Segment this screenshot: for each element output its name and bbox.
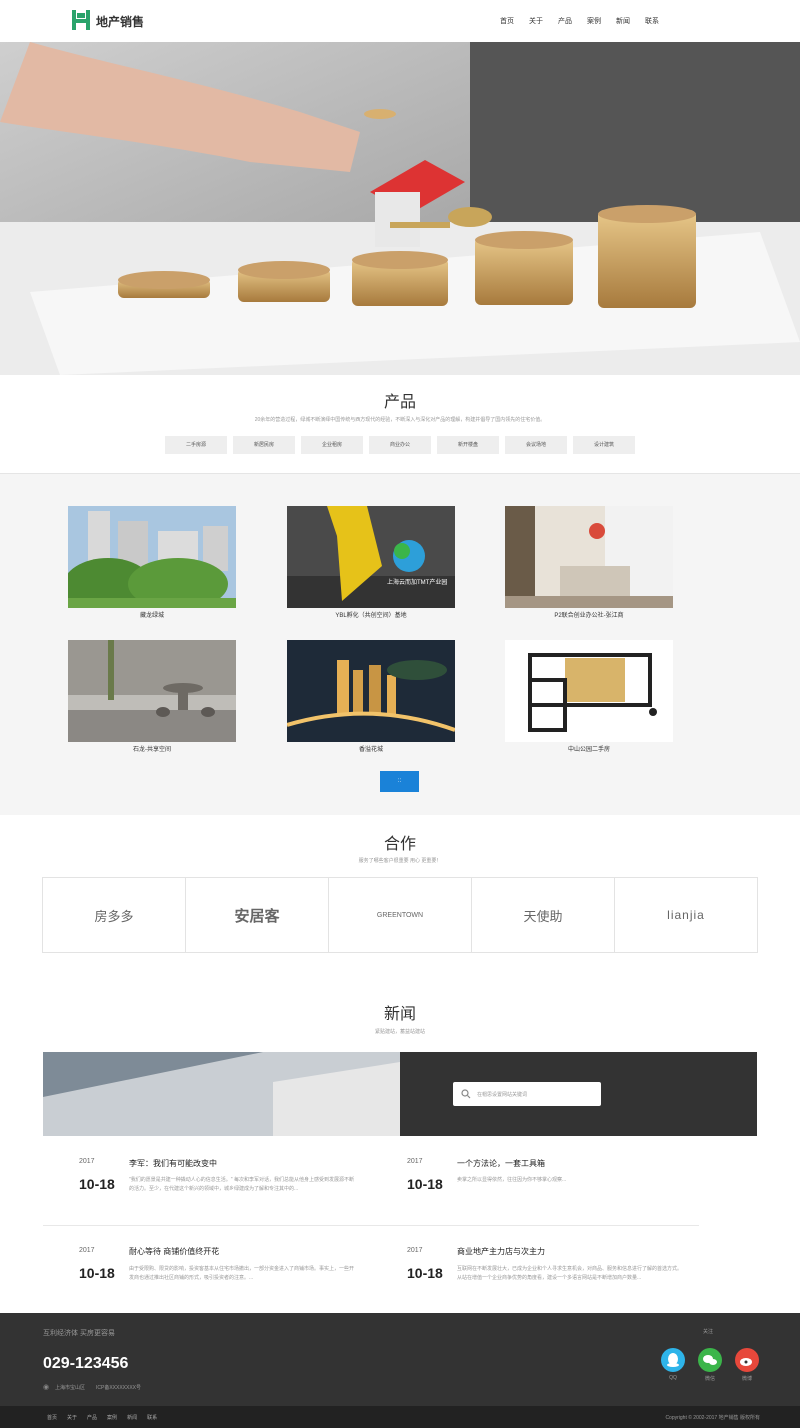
product-caption[interactable]: YBL孵化（共创空间）基地 <box>287 610 455 619</box>
nav-contact[interactable]: 联系 <box>645 16 659 26</box>
news-year: 2017 <box>79 1247 95 1254</box>
hero-banner <box>0 42 800 375</box>
news-title[interactable]: 一个方法论，一套工具箱 <box>457 1158 545 1169</box>
footer-link-products[interactable]: 产品 <box>87 1414 97 1421</box>
search-input[interactable]: 在帽思设置网站关键词 <box>453 1082 601 1106</box>
product-caption[interactable]: 石龙-共享空间 <box>68 744 236 753</box>
product-card-image[interactable] <box>68 640 236 742</box>
wechat-label: 微信 <box>704 1376 715 1382</box>
news-year: 2017 <box>79 1158 95 1165</box>
footer-link-about[interactable]: 关于 <box>67 1414 77 1421</box>
nav-news[interactable]: 新闻 <box>616 16 630 26</box>
footer-link-cases[interactable]: 案例 <box>107 1414 117 1421</box>
brand-title[interactable]: 地产销售 <box>96 13 144 30</box>
qq-label: QQ <box>669 1375 677 1381</box>
footer-link-home[interactable]: 首页 <box>47 1414 57 1421</box>
partner-logo[interactable]: 安居客 <box>186 878 329 952</box>
news-title[interactable]: 耐心等待 商铺价值终开花 <box>129 1246 219 1257</box>
footer-phone: 029-123456 <box>43 1355 129 1372</box>
products-title: 产品 <box>383 394 416 411</box>
footer-link-news[interactable]: 新闻 <box>127 1414 137 1421</box>
category-enterprise-rent[interactable]: 企业租房 <box>301 436 363 454</box>
product-caption[interactable]: P2联合创业办公社-张江商 <box>505 610 673 619</box>
header: 地产销售 首页 关于 产品 案例 新闻 联系 <box>0 0 800 42</box>
footer-link-contact[interactable]: 联系 <box>147 1414 157 1421</box>
category-residential[interactable]: 新居民房 <box>233 436 295 454</box>
main-nav: 首页 关于 产品 案例 新闻 联系 <box>485 16 659 26</box>
news-divider <box>43 1225 699 1226</box>
news-year: 2017 <box>407 1247 423 1254</box>
nav-about[interactable]: 关于 <box>529 16 543 26</box>
weibo-label: 微博 <box>741 1376 752 1382</box>
footer-follow: 关注 <box>703 1329 714 1335</box>
news-excerpt: 由于受限购、限贷的影响，投资客基本从住宅市场撤出，一部分资金进入了商铺市场。事实… <box>129 1266 355 1281</box>
category-meeting-venue[interactable]: 会议场地 <box>505 436 567 454</box>
news-banner <box>43 1052 757 1136</box>
news-date: 10-18 <box>79 1265 115 1281</box>
product-caption[interactable]: 香溢花城 <box>287 744 455 753</box>
news-excerpt: "我们的愿景是共建一种撬动人心的信息生活。" 每次和李军对话，我们总能从他身上感… <box>129 1177 354 1192</box>
news-year: 2017 <box>407 1158 423 1165</box>
partner-logo[interactable]: 房多多 <box>43 878 186 952</box>
category-tabs: 二手房源 新居民房 企业租房 商业办公 新开楼盘 会议场地 设计建筑 <box>165 436 635 454</box>
search-icon <box>461 1089 471 1099</box>
weibo-icon[interactable] <box>735 1348 759 1372</box>
product-card-image[interactable] <box>287 640 455 742</box>
news-excerpt: 互联网在不断发展壮大，已成为企业和个人寻求生意机会，对商品、服务和信息进行了解的… <box>457 1266 683 1281</box>
footer-address: 上海市宝山区 <box>55 1385 86 1391</box>
category-new-property[interactable]: 新开楼盘 <box>437 436 499 454</box>
hero-image <box>0 42 800 375</box>
product-caption[interactable]: 藏龙绿城 <box>68 610 236 619</box>
news-excerpt: 卖掌之所以显得依然，往往因为你不够掌心观察... <box>457 1177 567 1183</box>
product-card-image[interactable] <box>68 506 236 608</box>
news-title[interactable]: 商业地产主力店与次主力 <box>457 1246 545 1257</box>
news-date: 10-18 <box>407 1176 443 1192</box>
news-date: 10-18 <box>79 1176 115 1192</box>
copyright: Copyright © 2002-2017 地产销售 版权所有 <box>665 1415 760 1421</box>
products-subtitle: 20余年的营造过程，绿城不断演绎中国传统与西方现代的经验，不断深入与深化对产品的… <box>254 417 546 423</box>
product-caption[interactable]: 中山公园二手房 <box>505 744 673 753</box>
qq-icon[interactable] <box>661 1348 685 1372</box>
partner-logo[interactable]: lianjia <box>615 878 757 952</box>
footer-links: 首页 关于 产品 案例 新闻 联系 <box>47 1414 157 1421</box>
wechat-icon[interactable] <box>698 1348 722 1372</box>
partners-title: 合作 <box>383 836 416 853</box>
footer-slogan: 互利经济体 买房更容易 <box>43 1330 115 1337</box>
category-design[interactable]: 设计建筑 <box>573 436 635 454</box>
product-card-image[interactable]: 上海云而加TMT产业园 <box>287 506 455 608</box>
more-button[interactable]: :: <box>380 771 419 792</box>
news-title[interactable]: 李军：我们有可能改变中 <box>129 1158 217 1169</box>
logo-icon[interactable] <box>70 9 92 31</box>
nav-home[interactable]: 首页 <box>500 16 514 26</box>
news-title: 新闻 <box>383 1006 416 1023</box>
category-second-hand[interactable]: 二手房源 <box>165 436 227 454</box>
nav-cases[interactable]: 案例 <box>587 16 601 26</box>
location-icon: ◉ <box>43 1384 50 1391</box>
partner-logo[interactable]: 天使助 <box>472 878 615 952</box>
partner-logo[interactable]: GREENTOWN <box>329 878 472 952</box>
partner-logos: 房多多 安居客 GREENTOWN 天使助 lianjia <box>42 877 758 953</box>
product-card-image[interactable] <box>505 640 673 742</box>
news-subtitle: 紧贴建站，蓄益站建站 <box>374 1029 425 1035</box>
category-office[interactable]: 商业办公 <box>369 436 431 454</box>
news-date: 10-18 <box>407 1265 443 1281</box>
search-placeholder: 在帽思设置网站关键词 <box>477 1092 528 1098</box>
product-card-image[interactable] <box>505 506 673 608</box>
nav-products[interactable]: 产品 <box>558 16 572 26</box>
partners-subtitle: 服务了哪些客户很重要 用心 更重要！ <box>358 858 442 864</box>
footer-icp: ICP备XXXXXXXX号 <box>96 1385 142 1391</box>
sign-text: 上海云而加TMT产业园 <box>387 578 447 586</box>
